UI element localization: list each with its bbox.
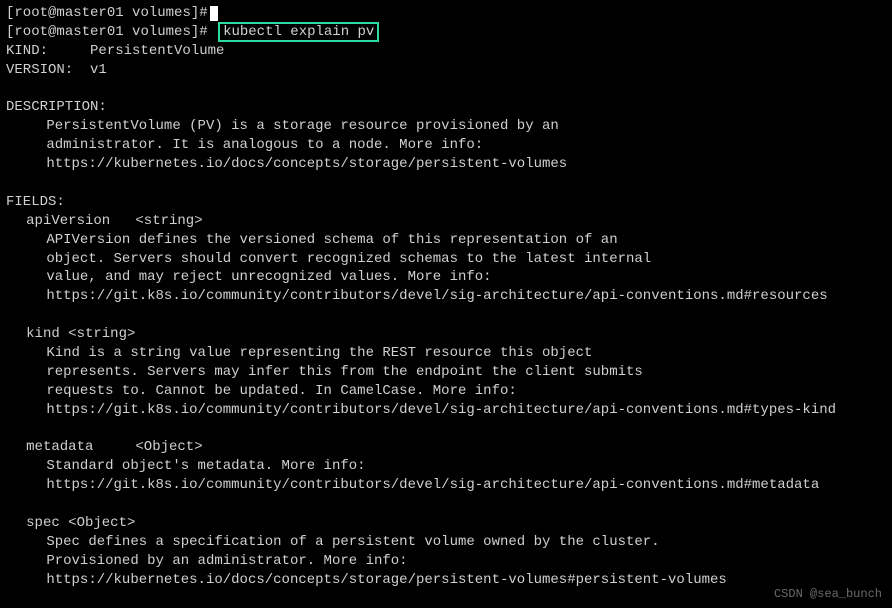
version-value: v1 xyxy=(90,62,107,78)
version-line: VERSION: v1 xyxy=(6,61,886,80)
field-desc-line: value, and may reject unrecognized value… xyxy=(6,268,886,287)
field-desc-line: requests to. Cannot be updated. In Camel… xyxy=(6,382,886,401)
watermark: CSDN @sea_bunch xyxy=(774,586,882,602)
cursor xyxy=(210,6,218,21)
blank-line xyxy=(6,80,886,99)
fields-heading: FIELDS: xyxy=(6,193,886,212)
field-header-metadata: metadata <Object> xyxy=(6,438,886,457)
blank-line xyxy=(6,174,886,193)
kind-value: PersistentVolume xyxy=(90,43,224,59)
prompt-path: volumes xyxy=(132,5,191,21)
prompt-line-1: [root@master01 volumes]# xyxy=(6,4,886,23)
terminal[interactable]: [root@master01 volumes]# [root@master01 … xyxy=(6,4,886,590)
field-desc-line: Standard object's metadata. More info: xyxy=(6,457,886,476)
blank-line xyxy=(6,495,886,514)
field-desc-line: https://git.k8s.io/community/contributor… xyxy=(6,401,886,420)
field-desc-line: https://git.k8s.io/community/contributor… xyxy=(6,476,886,495)
field-desc-line: Provisioned by an administrator. More in… xyxy=(6,552,886,571)
field-desc-line: https://kubernetes.io/docs/concepts/stor… xyxy=(6,571,886,590)
command-highlight: kubectl explain pv xyxy=(218,22,379,42)
blank-line xyxy=(6,306,886,325)
description-line: PersistentVolume (PV) is a storage resou… xyxy=(6,117,886,136)
prompt-host: master01 xyxy=(56,5,123,21)
description-line: https://kubernetes.io/docs/concepts/stor… xyxy=(6,155,886,174)
command-text: kubectl explain pv xyxy=(223,24,374,40)
field-header-spec: spec <Object> xyxy=(6,514,886,533)
description-line: administrator. It is analogous to a node… xyxy=(6,136,886,155)
description-heading: DESCRIPTION: xyxy=(6,98,886,117)
blank-line xyxy=(6,420,886,439)
field-desc-line: Kind is a string value representing the … xyxy=(6,344,886,363)
field-desc-line: Spec defines a specification of a persis… xyxy=(6,533,886,552)
field-header-apiversion: apiVersion <string> xyxy=(6,212,886,231)
field-desc-line: represents. Servers may infer this from … xyxy=(6,363,886,382)
field-header-kind: kind <string> xyxy=(6,325,886,344)
field-desc-line: https://git.k8s.io/community/contributor… xyxy=(6,287,886,306)
prompt-user: root xyxy=(14,5,48,21)
field-desc-line: object. Servers should convert recognize… xyxy=(6,250,886,269)
prompt-line-2: [root@master01 volumes]# kubectl explain… xyxy=(6,23,886,42)
prompt-symbol: # xyxy=(199,5,207,21)
field-desc-line: APIVersion defines the versioned schema … xyxy=(6,231,886,250)
kind-line: KIND: PersistentVolume xyxy=(6,42,886,61)
